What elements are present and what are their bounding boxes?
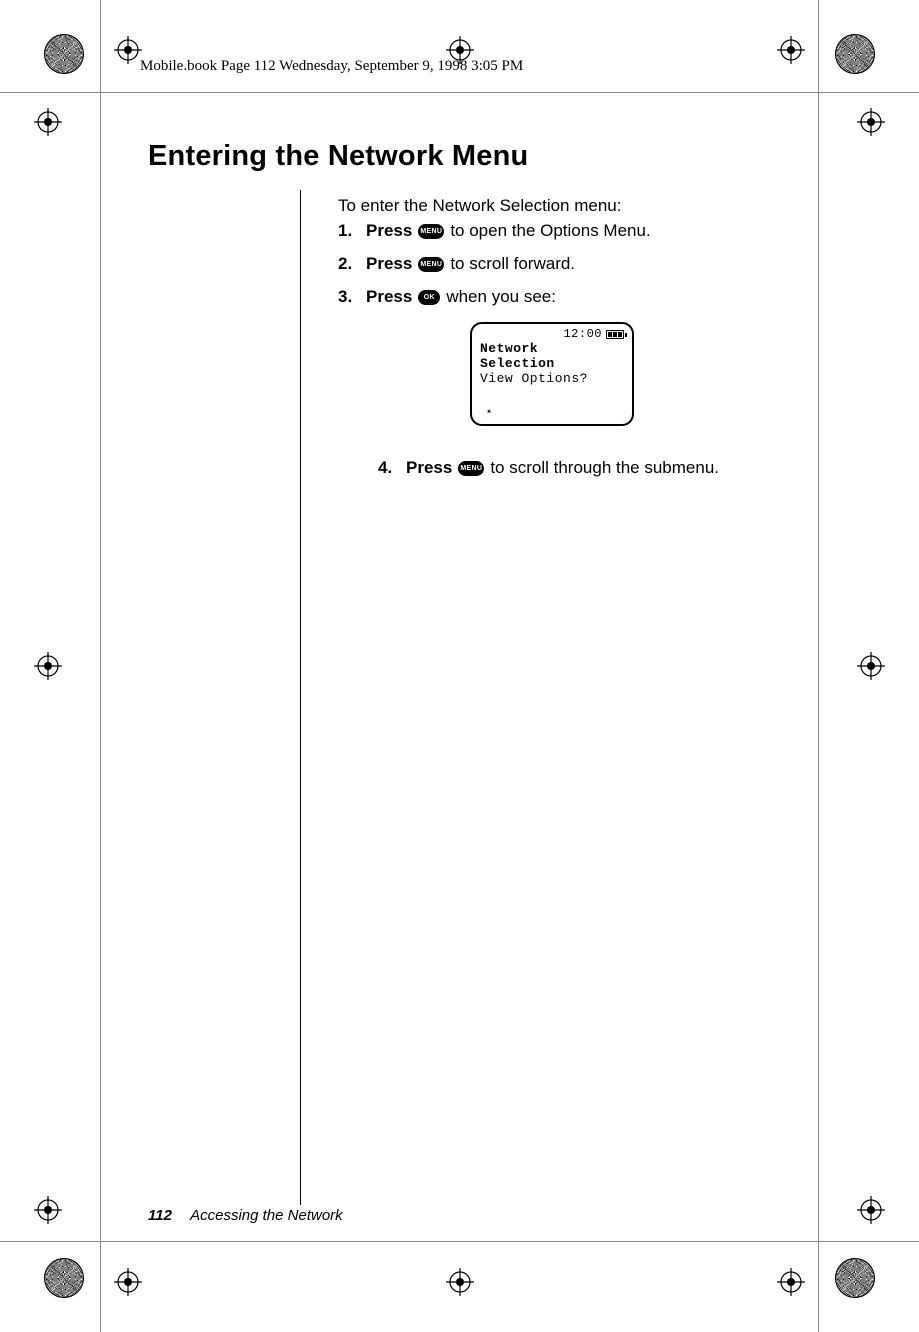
instruction-step: 1. Press MENU to open the Options Menu.	[338, 220, 778, 243]
step-number: 3.	[338, 286, 360, 309]
step-number: 2.	[338, 253, 360, 276]
registration-mark-icon	[446, 1268, 474, 1296]
menu-key-icon: MENU	[418, 224, 444, 239]
crop-rule-top	[0, 92, 919, 93]
registration-mark-icon	[34, 652, 62, 680]
instruction-step: 2. Press MENU to scroll forward.	[338, 253, 778, 276]
crop-rule-right	[818, 0, 819, 1332]
instruction-step: 4. Press MENU to scroll through the subm…	[378, 458, 778, 478]
registration-mark-icon	[34, 108, 62, 136]
instruction-list: 1. Press MENU to open the Options Menu. …	[338, 220, 778, 319]
screen-line-1: Network	[480, 342, 624, 357]
menu-key-icon: MENU	[458, 461, 484, 476]
page-footer: 112 Accessing the Network	[148, 1207, 343, 1224]
registration-mark-icon	[857, 108, 885, 136]
registration-mark-icon	[777, 36, 805, 64]
step-tail: to scroll through the submenu.	[490, 458, 719, 478]
rosette-ornament-icon	[835, 34, 875, 74]
press-label: Press	[366, 220, 412, 243]
registration-mark-icon	[34, 1196, 62, 1224]
crop-rule-left	[100, 0, 101, 1332]
press-label: Press	[366, 253, 412, 276]
step-tail: when you see:	[446, 286, 556, 309]
instruction-step: 3. Press OK when you see:	[338, 286, 778, 309]
phone-screen-illustration: 12:00 Network Selection View Options? ✴	[470, 322, 634, 426]
page-number: 112	[148, 1207, 172, 1224]
battery-icon	[606, 330, 624, 339]
step-tail: to scroll forward.	[450, 253, 575, 276]
chapter-title: Accessing the Network	[190, 1207, 343, 1224]
running-header: Mobile.book Page 112 Wednesday, Septembe…	[140, 58, 523, 75]
registration-mark-icon	[857, 1196, 885, 1224]
registration-mark-icon	[857, 652, 885, 680]
screen-line-3: View Options?	[480, 372, 624, 387]
registration-mark-icon	[777, 1268, 805, 1296]
signal-icon: ✴	[486, 407, 493, 419]
step-number: 4.	[378, 458, 400, 478]
menu-key-icon: MENU	[418, 257, 444, 272]
registration-mark-icon	[114, 1268, 142, 1296]
step-tail: to open the Options Menu.	[450, 220, 650, 243]
press-label: Press	[406, 458, 452, 478]
rosette-ornament-icon	[44, 1258, 84, 1298]
ok-key-icon: OK	[418, 290, 440, 305]
step-number: 1.	[338, 220, 360, 243]
instruction-list-continued: 4. Press MENU to scroll through the subm…	[338, 458, 778, 478]
registration-mark-icon	[114, 36, 142, 64]
crop-rule-bottom	[0, 1241, 919, 1242]
rosette-ornament-icon	[835, 1258, 875, 1298]
phone-screen: 12:00 Network Selection View Options? ✴	[470, 322, 634, 426]
page-heading: Entering the Network Menu	[148, 140, 528, 173]
screen-time: 12:00	[563, 328, 602, 342]
rosette-ornament-icon	[44, 34, 84, 74]
intro-text: To enter the Network Selection menu:	[338, 196, 621, 216]
content-vertical-rule	[300, 190, 301, 1205]
screen-line-2: Selection	[480, 357, 624, 372]
press-label: Press	[366, 286, 412, 309]
